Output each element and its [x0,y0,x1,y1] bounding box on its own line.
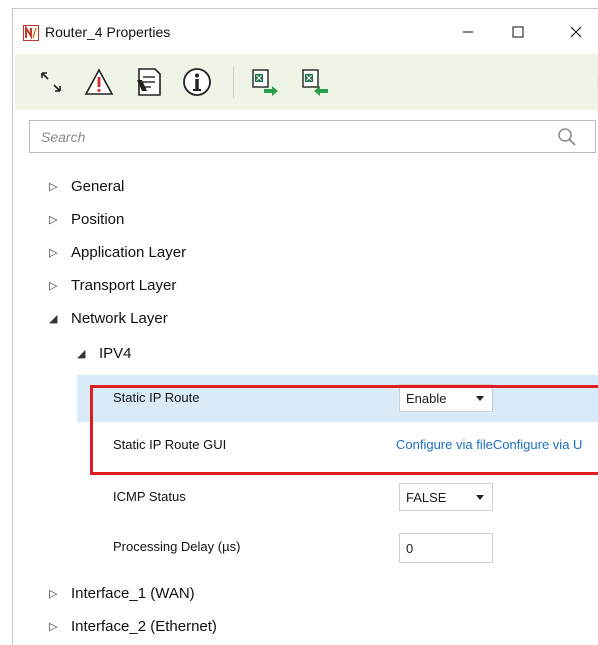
expand-collapse-button[interactable] [35,66,67,98]
property-label: Static IP Route [113,390,200,405]
tree-item-network-layer[interactable]: ◢ Network Layer [49,304,168,332]
excel-import-icon [302,69,328,96]
netsim-app-icon [23,25,39,41]
collapse-arrow-icon[interactable]: ◢ [49,312,71,325]
maximize-button[interactable] [495,15,541,49]
tree-item-label: General [71,177,125,195]
info-icon [183,68,211,96]
tree-item-application-layer[interactable]: ▷ Application Layer [49,238,186,266]
close-icon [570,26,582,38]
property-row-static-ip-route[interactable]: Static IP Route Enable [77,375,598,422]
tree-item-label: Position [71,210,125,228]
input-value[interactable]: 0 [406,541,413,556]
dropdown-value: Enable [406,391,447,406]
minimize-icon [463,31,473,33]
toolbar-separator [233,66,234,98]
maximize-icon [512,26,524,38]
tree-item-label: Interface_1 (WAN) [71,584,195,602]
tree-item-ipv4[interactable]: ◢ IPV4 [77,339,132,367]
property-label: Processing Delay (µs) [113,539,241,554]
tree-item-general[interactable]: ▷ General [49,172,124,200]
search-icon[interactable] [557,127,577,147]
dropdown-value: FALSE [406,490,447,505]
excel-export-icon [252,69,278,96]
expand-arrow-icon[interactable]: ▷ [49,587,71,600]
properties-document-button[interactable] [133,66,165,98]
expand-arrow-icon[interactable]: ▷ [49,246,71,259]
search-input[interactable]: Search [41,129,85,145]
search-box[interactable]: Search [29,120,596,153]
close-button[interactable] [553,15,598,49]
chevron-down-icon [476,495,484,500]
processing-delay-input[interactable]: 0 [399,533,493,563]
warning-icon [84,68,114,95]
info-button[interactable] [181,66,213,98]
tree-item-label: IPV4 [99,344,132,362]
property-label: ICMP Status [113,489,186,504]
window-title: Router_4 Properties [45,24,171,40]
configure-link[interactable]: Configure via fileConfigure via U [396,437,582,452]
icmp-status-dropdown[interactable]: FALSE [399,483,493,511]
minimize-button[interactable] [445,15,491,49]
tree-item-label: Network Layer [71,309,168,327]
chevron-down-icon [476,396,484,401]
property-label: Static IP Route GUI [113,437,227,452]
excel-import-button[interactable] [299,66,331,98]
excel-export-button[interactable] [249,66,281,98]
toolbar-overflow-icon[interactable]: ⋮ [593,78,598,90]
property-row-icmp-status[interactable]: ICMP Status FALSE [77,474,598,521]
expand-arrow-icon[interactable]: ▷ [49,620,71,633]
tree-item-label: Transport Layer [71,276,177,294]
expand-arrow-icon[interactable]: ▷ [49,180,71,193]
tree-item-transport-layer[interactable]: ▷ Transport Layer [49,271,176,299]
tree-item-interface-2[interactable]: ▷ Interface_2 (Ethernet) [49,612,217,640]
static-ip-route-dropdown[interactable]: Enable [399,384,493,412]
title-bar[interactable]: Router_4 Properties [13,9,598,51]
toolbar: ⋮ [15,54,598,110]
document-icon [137,68,161,96]
expand-arrow-icon[interactable]: ▷ [49,213,71,226]
tree-item-interface-1[interactable]: ▷ Interface_1 (WAN) [49,579,195,607]
property-row-static-ip-route-gui[interactable]: Static IP Route GUI Configure via fileCo… [77,422,598,469]
collapse-arrow-icon[interactable]: ◢ [77,347,99,360]
tree-item-label: Interface_2 (Ethernet) [71,617,217,635]
properties-window: Router_4 Properties ⋮ Search ▷ General ▷… [12,8,598,645]
property-row-processing-delay[interactable]: Processing Delay (µs) 0 [77,524,598,571]
tree-item-label: Application Layer [71,243,187,261]
warnings-button[interactable] [83,66,115,98]
expand-arrow-icon[interactable]: ▷ [49,279,71,292]
expand-collapse-icon [41,72,61,92]
tree-item-position[interactable]: ▷ Position [49,205,124,233]
